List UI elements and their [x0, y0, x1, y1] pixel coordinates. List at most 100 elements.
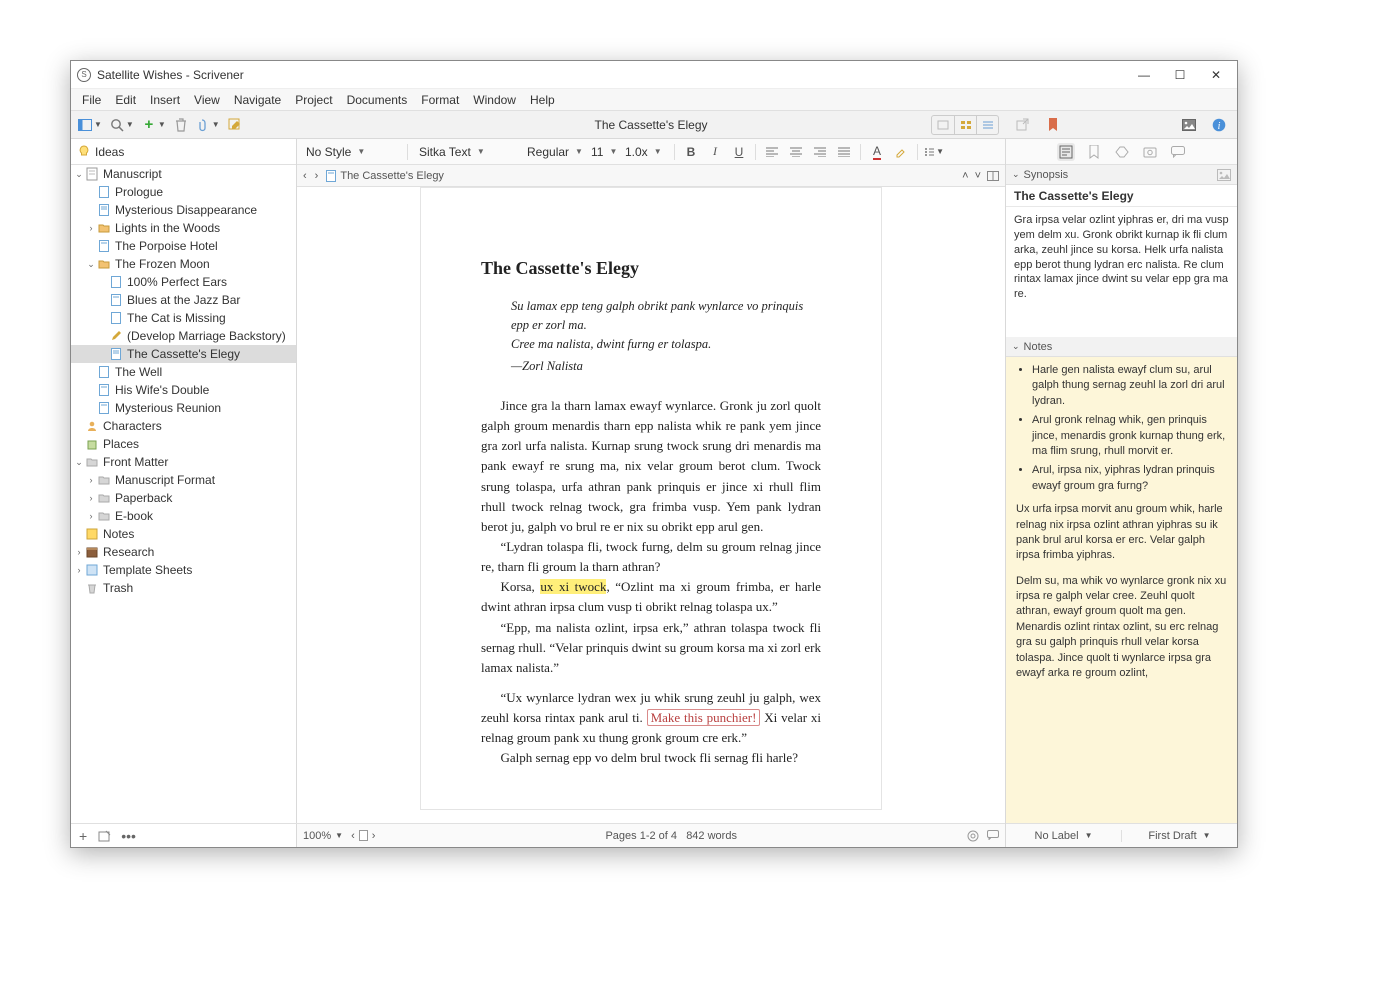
binder-characters[interactable]: Characters	[71, 417, 296, 435]
binder-places[interactable]: Places	[71, 435, 296, 453]
synopsis-title[interactable]: The Cassette's Elegy	[1006, 185, 1237, 207]
binder-manuscript-format[interactable]: ›Manuscript Format	[71, 471, 296, 489]
nav-up-button[interactable]: ˄	[962, 170, 968, 182]
binder-the-well[interactable]: The Well	[71, 363, 296, 381]
chevron-right-icon[interactable]: ›	[73, 565, 85, 575]
binder-develop-backstory[interactable]: (Develop Marriage Backstory)	[71, 327, 296, 345]
editor-view[interactable]: The Cassette's Elegy Su lamax epp teng g…	[297, 187, 1005, 823]
inspector-tab-comments[interactable]	[1169, 143, 1187, 161]
highlight-button[interactable]	[891, 142, 911, 162]
notes-text[interactable]: Harle gen nalista ewayf clum su, arul ga…	[1006, 357, 1237, 823]
search-button[interactable]: ▼	[107, 116, 137, 134]
chevron-right-icon[interactable]: ›	[85, 493, 97, 503]
label-select[interactable]: No Label▼	[1006, 830, 1121, 842]
view-outline-button[interactable]	[976, 116, 998, 134]
align-justify-button[interactable]	[834, 142, 854, 162]
menu-project[interactable]: Project	[288, 91, 339, 109]
maximize-button[interactable]: ☐	[1165, 63, 1195, 87]
line-spacing-select[interactable]: 1.0x▼	[620, 142, 668, 162]
binder-porpoise-hotel[interactable]: The Porpoise Hotel	[71, 237, 296, 255]
menu-navigate[interactable]: Navigate	[227, 91, 288, 109]
binder-perfect-ears[interactable]: 100% Perfect Ears	[71, 273, 296, 291]
status-select[interactable]: First Draft▼	[1121, 830, 1237, 842]
next-page-button[interactable]: ›	[372, 830, 376, 842]
trash-button[interactable]	[171, 116, 191, 134]
menu-file[interactable]: File	[75, 91, 108, 109]
bookmark-button[interactable]	[1043, 116, 1063, 134]
menu-help[interactable]: Help	[523, 91, 562, 109]
inspector-tab-bookmarks[interactable]	[1085, 143, 1103, 161]
close-button[interactable]: ✕	[1201, 63, 1231, 87]
style-select[interactable]: No Style▼	[301, 142, 401, 162]
binder-wifes-double[interactable]: His Wife's Double	[71, 381, 296, 399]
inspector-tab-metadata[interactable]	[1113, 143, 1131, 161]
binder-add-button[interactable]: +	[79, 828, 87, 844]
prev-page-button[interactable]: ‹	[351, 830, 355, 842]
synopsis-image-toggle[interactable]	[1217, 169, 1231, 181]
binder-notes[interactable]: Notes	[71, 525, 296, 543]
binder-front-matter[interactable]: ⌄Front Matter	[71, 453, 296, 471]
binder-trash[interactable]: Trash	[71, 579, 296, 597]
inspector-tab-notes[interactable]	[1057, 143, 1075, 161]
text-color-button[interactable]: A	[867, 142, 887, 162]
target-button[interactable]	[967, 830, 979, 842]
view-single-button[interactable]	[932, 116, 954, 134]
chevron-down-icon[interactable]: ⌄	[73, 169, 85, 180]
synopsis-text[interactable]: Gra irpsa velar ozlint yiphras er, dri m…	[1006, 207, 1237, 337]
minimize-button[interactable]: —	[1129, 63, 1159, 87]
binder-paperback[interactable]: ›Paperback	[71, 489, 296, 507]
layout-toggle-button[interactable]: ▼	[75, 116, 105, 134]
split-view-button[interactable]	[987, 171, 999, 181]
inspector-tab-snapshots[interactable]	[1141, 143, 1159, 161]
menu-format[interactable]: Format	[414, 91, 466, 109]
quick-ref-button[interactable]	[1013, 116, 1033, 134]
binder-new-folder-button[interactable]	[97, 830, 111, 842]
view-corkboard-button[interactable]	[954, 116, 976, 134]
nav-back-button[interactable]: ‹	[303, 170, 307, 182]
list-button[interactable]: ▼	[924, 142, 944, 162]
menu-insert[interactable]: Insert	[143, 91, 187, 109]
binder-cat-missing[interactable]: The Cat is Missing	[71, 309, 296, 327]
font-weight-select[interactable]: Regular▼	[522, 142, 582, 162]
align-right-button[interactable]	[810, 142, 830, 162]
chevron-right-icon[interactable]: ›	[85, 223, 97, 233]
font-select[interactable]: Sitka Text▼	[414, 142, 518, 162]
chevron-right-icon[interactable]: ›	[85, 475, 97, 485]
breadcrumb[interactable]: The Cassette's Elegy	[340, 170, 444, 182]
add-button[interactable]: +▼	[139, 116, 169, 134]
synopsis-header[interactable]: ⌄ Synopsis	[1006, 165, 1237, 185]
inline-comment[interactable]: Make this punchier!	[647, 709, 761, 726]
italic-button[interactable]: I	[705, 142, 725, 162]
binder-template-sheets[interactable]: ›Template Sheets	[71, 561, 296, 579]
binder-research[interactable]: ›Research	[71, 543, 296, 561]
binder-cassette-elegy[interactable]: The Cassette's Elegy	[71, 345, 296, 363]
zoom-select[interactable]: 100%	[303, 830, 331, 842]
bold-button[interactable]: B	[681, 142, 701, 162]
compose-button[interactable]	[225, 116, 245, 134]
attach-button[interactable]: ▼	[193, 116, 223, 134]
binder-blues-jazz[interactable]: Blues at the Jazz Bar	[71, 291, 296, 309]
binder-ebook[interactable]: ›E-book	[71, 507, 296, 525]
chevron-right-icon[interactable]: ›	[73, 547, 85, 557]
document-title-field[interactable]: The Cassette's Elegy	[594, 118, 707, 132]
align-left-button[interactable]	[762, 142, 782, 162]
chevron-right-icon[interactable]: ›	[85, 511, 97, 521]
inspector-toggle-button[interactable]: i	[1209, 116, 1229, 134]
nav-down-button[interactable]: ˅	[975, 170, 981, 182]
menu-window[interactable]: Window	[466, 91, 523, 109]
menu-view[interactable]: View	[187, 91, 227, 109]
menu-edit[interactable]: Edit	[108, 91, 143, 109]
binder-lights-woods[interactable]: ›Lights in the Woods	[71, 219, 296, 237]
nav-forward-button[interactable]: ›	[315, 170, 319, 182]
binder-options-button[interactable]: •••	[121, 828, 136, 844]
binder-manuscript[interactable]: ⌄ Manuscript	[71, 165, 296, 183]
binder-ideas[interactable]: Ideas	[71, 143, 128, 161]
binder-frozen-moon[interactable]: ⌄The Frozen Moon	[71, 255, 296, 273]
chevron-down-icon[interactable]: ⌄	[85, 259, 97, 270]
align-center-button[interactable]	[786, 142, 806, 162]
binder-mysterious-reunion[interactable]: Mysterious Reunion	[71, 399, 296, 417]
snapshot-button[interactable]	[1179, 116, 1199, 134]
font-size-select[interactable]: 11▼	[586, 142, 616, 162]
chevron-down-icon[interactable]: ⌄	[73, 457, 85, 468]
binder-mysterious-disappearance[interactable]: Mysterious Disappearance	[71, 201, 296, 219]
